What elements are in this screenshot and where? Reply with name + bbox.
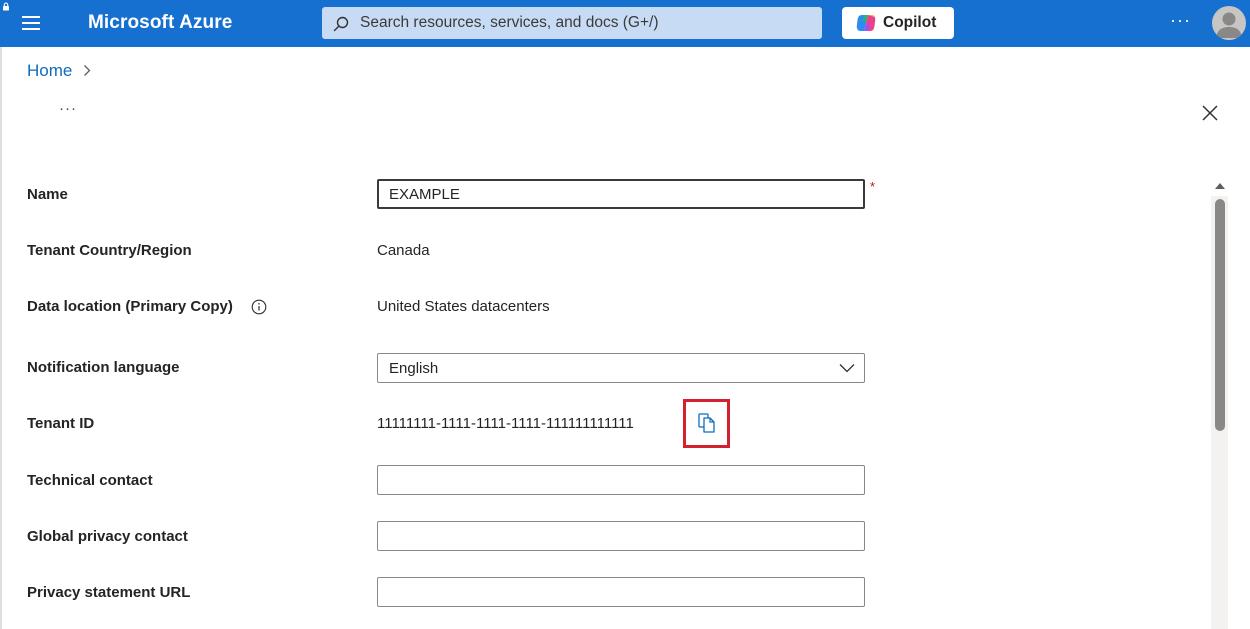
data-location-value: United States datacenters	[377, 298, 550, 315]
hamburger-menu-icon[interactable]	[20, 14, 42, 32]
global-privacy-contact-input[interactable]	[377, 521, 865, 551]
top-navigation-bar: Microsoft Azure Copilot ···	[0, 0, 1250, 47]
global-privacy-contact-label: Global privacy contact	[27, 528, 188, 545]
scrollbar-thumb[interactable]	[1215, 199, 1225, 431]
copy-icon	[698, 413, 715, 433]
close-icon[interactable]	[1199, 102, 1221, 124]
notification-language-dropdown[interactable]: English	[377, 353, 865, 383]
global-search[interactable]	[322, 7, 822, 39]
tenant-region-value: Canada	[377, 242, 430, 259]
copilot-label: Copilot	[883, 14, 937, 31]
technical-contact-input[interactable]	[377, 465, 865, 495]
tenant-id-value: 11111111-1111-1111-1111-111111111111	[377, 415, 634, 432]
tenant-id-label: Tenant ID	[27, 415, 95, 432]
info-icon[interactable]	[251, 299, 267, 315]
copy-tenant-id-button[interactable]	[683, 399, 730, 448]
data-location-label: Data location (Primary Copy)	[27, 298, 233, 315]
scroll-up-arrow-icon[interactable]	[1213, 181, 1227, 191]
name-input[interactable]	[377, 179, 865, 209]
name-label: Name	[27, 186, 68, 203]
search-icon	[333, 16, 349, 32]
privacy-statement-url-label: Privacy statement URL	[27, 584, 191, 601]
panel-left-border	[0, 47, 2, 629]
technical-contact-label: Technical contact	[27, 472, 153, 489]
notification-language-label: Notification language	[27, 359, 180, 376]
portal-brand[interactable]: Microsoft Azure	[88, 12, 232, 34]
search-input[interactable]	[358, 7, 808, 39]
copilot-logo-icon	[856, 15, 876, 31]
chevron-down-icon	[839, 364, 855, 373]
privacy-statement-url-input[interactable]	[377, 577, 865, 607]
notification-language-value: English	[389, 360, 439, 377]
tenant-region-label: Tenant Country/Region	[27, 242, 192, 259]
copilot-button[interactable]: Copilot	[842, 7, 954, 39]
person-icon	[1216, 12, 1242, 38]
required-indicator: *	[870, 179, 876, 194]
panel-more-menu-icon[interactable]: ···	[59, 100, 77, 117]
breadcrumb: Home	[27, 61, 91, 81]
breadcrumb-home-link[interactable]: Home	[27, 61, 72, 80]
lock-icon	[0, 1, 12, 13]
user-avatar[interactable]	[1212, 6, 1246, 40]
chevron-right-icon	[84, 65, 91, 76]
more-options-icon[interactable]: ···	[1170, 10, 1191, 31]
